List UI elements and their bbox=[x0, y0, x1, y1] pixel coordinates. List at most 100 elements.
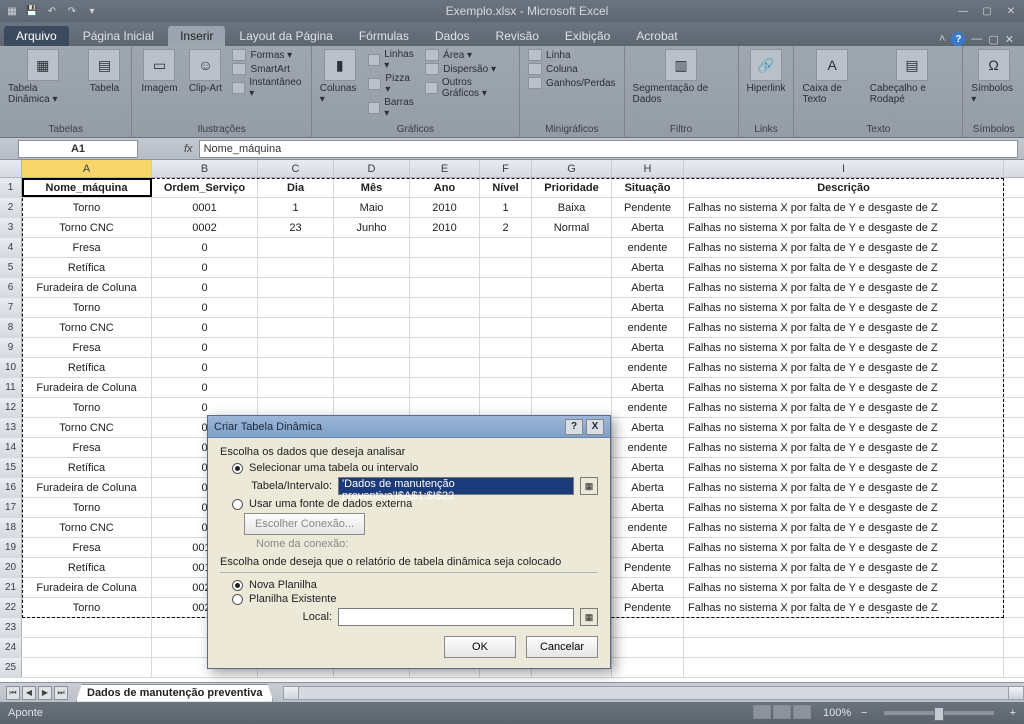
data-cell[interactable]: Falhas no sistema X por falta de Y e des… bbox=[684, 338, 1004, 357]
data-cell[interactable] bbox=[258, 258, 334, 277]
data-cell[interactable]: Junho bbox=[334, 218, 410, 237]
data-cell[interactable]: Falhas no sistema X por falta de Y e des… bbox=[684, 518, 1004, 537]
data-cell[interactable]: Aberta bbox=[612, 498, 684, 517]
data-cell[interactable]: Torno bbox=[22, 198, 152, 217]
formula-bar[interactable]: Nome_máquina bbox=[199, 140, 1018, 158]
empty-cell[interactable] bbox=[22, 618, 152, 637]
col-header-C[interactable]: C bbox=[258, 160, 334, 177]
data-cell[interactable]: Falhas no sistema X por falta de Y e des… bbox=[684, 218, 1004, 237]
doc-close-icon[interactable]: ✕ bbox=[1005, 33, 1014, 46]
data-cell[interactable] bbox=[334, 238, 410, 257]
row-header[interactable]: 17 bbox=[0, 498, 22, 517]
data-cell[interactable] bbox=[410, 318, 480, 337]
data-cell[interactable]: 2010 bbox=[410, 198, 480, 217]
data-cell[interactable] bbox=[334, 298, 410, 317]
data-cell[interactable]: Falhas no sistema X por falta de Y e des… bbox=[684, 578, 1004, 597]
help-icon[interactable]: ? bbox=[951, 32, 965, 46]
data-cell[interactable] bbox=[480, 318, 532, 337]
data-cell[interactable]: Pendente bbox=[612, 558, 684, 577]
data-cell[interactable] bbox=[532, 358, 612, 377]
data-cell[interactable]: Aberta bbox=[612, 258, 684, 277]
sheet-nav-first[interactable]: ⏮ bbox=[6, 686, 20, 700]
data-cell[interactable]: Furadeira de Coluna bbox=[22, 578, 152, 597]
col-header-H[interactable]: H bbox=[612, 160, 684, 177]
data-cell[interactable]: endente bbox=[612, 318, 684, 337]
col-header-I[interactable]: I bbox=[684, 160, 1004, 177]
header-cell[interactable]: Ano bbox=[410, 178, 480, 197]
dialog-close-button[interactable]: X bbox=[586, 419, 604, 435]
ok-button[interactable]: OK bbox=[444, 636, 516, 658]
header-cell[interactable]: Nível bbox=[480, 178, 532, 197]
close-button[interactable]: ✕ bbox=[1002, 4, 1020, 18]
redo-icon[interactable]: ↷ bbox=[64, 3, 80, 19]
worksheet-grid[interactable]: A B C D E F G H I 1Nome_máquinaOrdem_Ser… bbox=[0, 160, 1024, 682]
row-header[interactable]: 3 bbox=[0, 218, 22, 237]
data-cell[interactable] bbox=[410, 378, 480, 397]
empty-cell[interactable] bbox=[684, 618, 1004, 637]
range-input[interactable]: 'Dados de manutenção preventiva'!$A$1:$I… bbox=[338, 477, 574, 495]
data-cell[interactable] bbox=[480, 338, 532, 357]
screenshot-button[interactable]: Instantâneo ▾ bbox=[232, 77, 302, 99]
data-cell[interactable]: Falhas no sistema X por falta de Y e des… bbox=[684, 398, 1004, 417]
smartart-button[interactable]: SmartArt bbox=[232, 63, 302, 75]
data-cell[interactable]: Torno bbox=[22, 398, 152, 417]
data-cell[interactable] bbox=[410, 298, 480, 317]
data-cell[interactable]: Falhas no sistema X por falta de Y e des… bbox=[684, 318, 1004, 337]
data-cell[interactable] bbox=[480, 358, 532, 377]
line-chart-button[interactable]: Linhas ▾ bbox=[368, 49, 418, 71]
data-cell[interactable]: Baixa bbox=[532, 198, 612, 217]
ribbon-minimize-icon[interactable]: ˄ bbox=[939, 33, 945, 45]
scatter-chart-button[interactable]: Dispersão ▾ bbox=[425, 63, 511, 75]
data-cell[interactable] bbox=[532, 338, 612, 357]
sparkline-column-button[interactable]: Coluna bbox=[528, 63, 616, 75]
header-cell[interactable]: Dia bbox=[258, 178, 334, 197]
zoom-in-button[interactable]: + bbox=[1010, 707, 1016, 719]
data-cell[interactable]: Aberta bbox=[612, 478, 684, 497]
tab-data[interactable]: Dados bbox=[423, 26, 482, 46]
qat-more-icon[interactable]: ▾ bbox=[84, 3, 100, 19]
doc-minimize-icon[interactable]: — bbox=[971, 33, 982, 45]
row-header[interactable]: 7 bbox=[0, 298, 22, 317]
tab-insert[interactable]: Inserir bbox=[168, 26, 225, 46]
other-charts-button[interactable]: Outros Gráficos ▾ bbox=[425, 77, 511, 99]
data-cell[interactable] bbox=[334, 378, 410, 397]
data-cell[interactable]: 0 bbox=[152, 378, 258, 397]
data-cell[interactable]: Torno bbox=[22, 498, 152, 517]
data-cell[interactable]: 0 bbox=[152, 258, 258, 277]
dialog-help-button[interactable]: ? bbox=[565, 419, 583, 435]
data-cell[interactable] bbox=[532, 258, 612, 277]
data-cell[interactable]: Falhas no sistema X por falta de Y e des… bbox=[684, 298, 1004, 317]
sparkline-winloss-button[interactable]: Ganhos/Perdas bbox=[528, 77, 616, 89]
empty-cell[interactable] bbox=[684, 638, 1004, 657]
data-cell[interactable]: 0 bbox=[152, 338, 258, 357]
data-cell[interactable] bbox=[410, 238, 480, 257]
data-cell[interactable]: Falhas no sistema X por falta de Y e des… bbox=[684, 598, 1004, 617]
bar-chart-button[interactable]: Barras ▾ bbox=[368, 97, 418, 119]
save-icon[interactable]: 💾 bbox=[24, 3, 40, 19]
row-header[interactable]: 19 bbox=[0, 538, 22, 557]
data-cell[interactable]: Aberta bbox=[612, 298, 684, 317]
data-cell[interactable]: 23 bbox=[258, 218, 334, 237]
data-cell[interactable]: Falhas no sistema X por falta de Y e des… bbox=[684, 538, 1004, 557]
data-cell[interactable]: 2010 bbox=[410, 218, 480, 237]
shapes-button[interactable]: Formas ▾ bbox=[232, 49, 302, 61]
tab-view[interactable]: Exibição bbox=[553, 26, 622, 46]
row-header[interactable]: 23 bbox=[0, 618, 22, 637]
data-cell[interactable]: Aberta bbox=[612, 578, 684, 597]
data-cell[interactable]: Furadeira de Coluna bbox=[22, 278, 152, 297]
data-cell[interactable] bbox=[480, 278, 532, 297]
data-cell[interactable]: Aberta bbox=[612, 278, 684, 297]
radio-new-sheet[interactable] bbox=[232, 580, 243, 591]
row-header[interactable]: 11 bbox=[0, 378, 22, 397]
empty-cell[interactable] bbox=[612, 638, 684, 657]
data-cell[interactable]: endente bbox=[612, 358, 684, 377]
row-header[interactable]: 16 bbox=[0, 478, 22, 497]
data-cell[interactable]: Falhas no sistema X por falta de Y e des… bbox=[684, 198, 1004, 217]
tab-file[interactable]: Arquivo bbox=[4, 26, 69, 46]
row-header[interactable]: 18 bbox=[0, 518, 22, 537]
data-cell[interactable]: Furadeira de Coluna bbox=[22, 478, 152, 497]
data-cell[interactable]: Falhas no sistema X por falta de Y e des… bbox=[684, 438, 1004, 457]
data-cell[interactable]: 1 bbox=[480, 198, 532, 217]
data-cell[interactable]: endente bbox=[612, 238, 684, 257]
data-cell[interactable]: Falhas no sistema X por falta de Y e des… bbox=[684, 558, 1004, 577]
